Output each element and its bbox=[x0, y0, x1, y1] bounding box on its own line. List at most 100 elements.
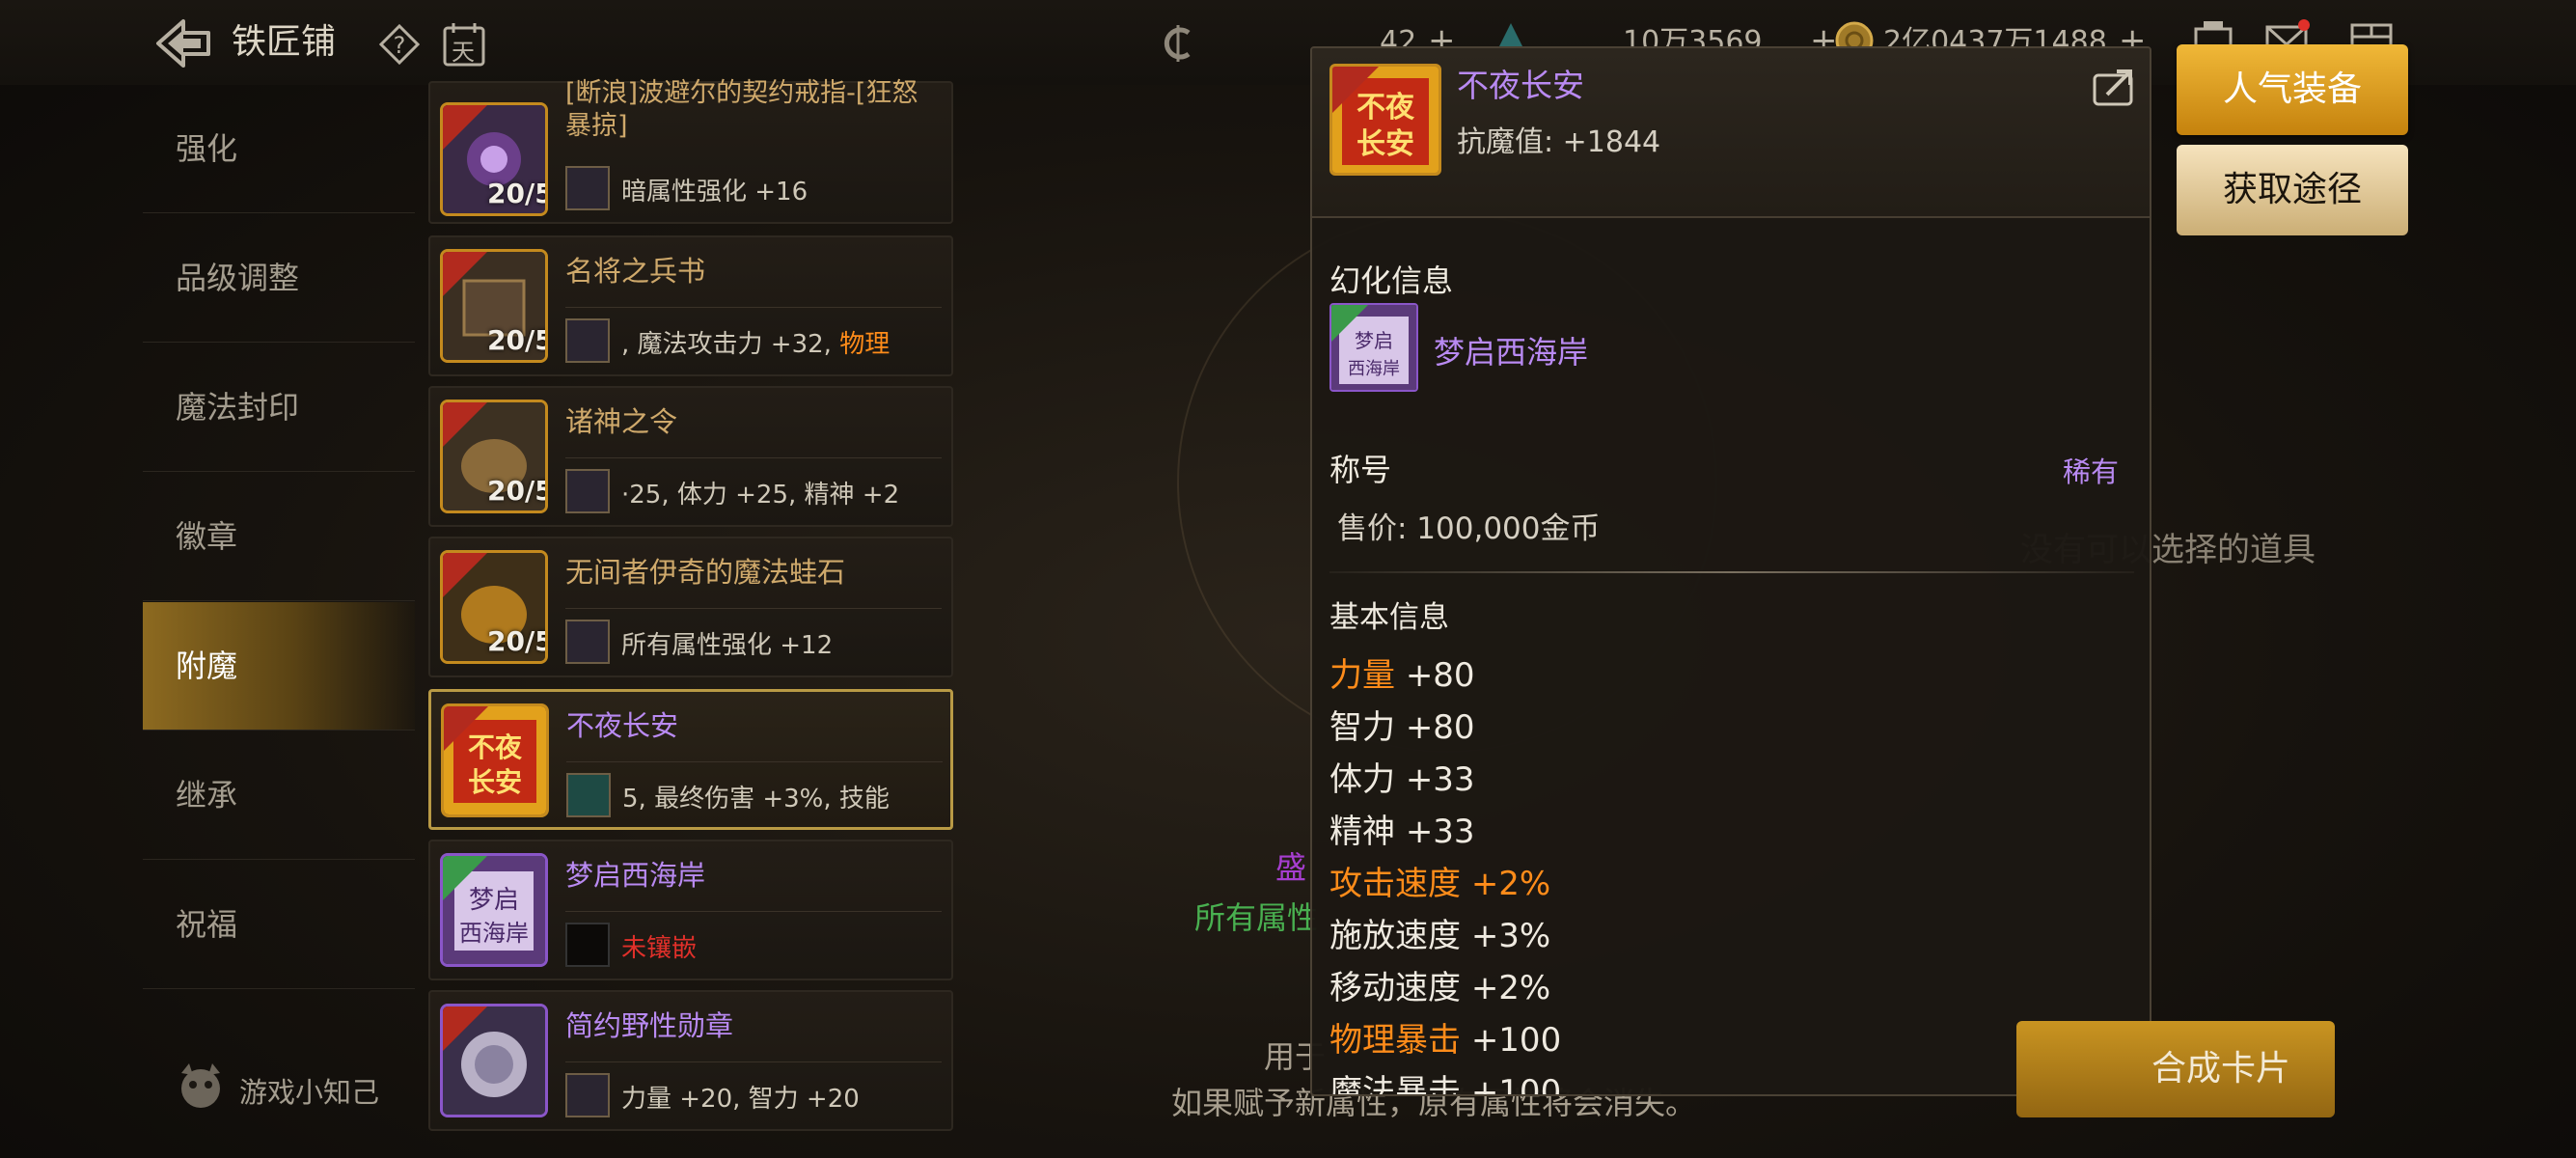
nav-enhance[interactable]: 强化 bbox=[143, 85, 415, 213]
item-desc: , 魔法攻击力 +32, 物理 bbox=[621, 330, 891, 359]
tooltip-item-name: 不夜长安 bbox=[1457, 67, 1584, 104]
list-item[interactable]: 20/5 诸神之令 ·25, 体力 +25, 精神 +2 bbox=[428, 386, 953, 527]
tips-pet-icon bbox=[172, 1060, 230, 1120]
stat-label: 攻击速度 bbox=[1329, 865, 1461, 903]
stat-label: 移动速度 bbox=[1329, 969, 1461, 1007]
stat-row: 施放速度 +3% bbox=[1329, 909, 1550, 956]
ring-item-icon: 20/5 bbox=[440, 102, 548, 216]
item-separator bbox=[565, 457, 942, 458]
svg-text:梦启: 梦启 bbox=[469, 886, 519, 915]
book-item-icon: 20/5 bbox=[440, 249, 548, 363]
obtain-route-button[interactable]: 获取途径 bbox=[2177, 145, 2408, 235]
nav-magic-seal[interactable]: 魔法封印 bbox=[143, 344, 415, 472]
stat-label: 施放速度 bbox=[1329, 917, 1461, 955]
item-tooltip: 不夜 长安 不夜长安 抗魔值: +1844 幻化信息 梦启 西海岸 梦启西海岸 … bbox=[1310, 46, 2151, 1096]
svg-text:西海岸: 西海岸 bbox=[459, 920, 529, 947]
basic-info-title: 基本信息 bbox=[1329, 600, 1449, 635]
stat-label: 物理暴击 bbox=[1329, 1021, 1461, 1060]
tooltip-resist: 抗魔值: +1844 bbox=[1457, 125, 1661, 159]
item-desc: 力量 +20, 智力 +20 bbox=[621, 1085, 860, 1114]
back-arrow-icon[interactable] bbox=[154, 17, 212, 69]
medal-item-icon bbox=[440, 1004, 548, 1117]
svg-text:长安: 长安 bbox=[468, 766, 522, 798]
item-desc: 暗属性强化 +16 bbox=[621, 178, 808, 207]
list-item[interactable]: 简约野性勋章 力量 +20, 智力 +20 bbox=[428, 990, 953, 1131]
item-separator bbox=[565, 608, 942, 609]
page-title: 铁匠铺 bbox=[232, 22, 337, 62]
enchant-card-icon bbox=[566, 773, 611, 817]
item-name: 诸神之令 bbox=[565, 405, 678, 438]
svg-text:?: ? bbox=[394, 32, 406, 59]
stat-value: +33 bbox=[1405, 813, 1475, 851]
calendar-icon[interactable]: 天 bbox=[442, 21, 486, 68]
item-name: 梦启西海岸 bbox=[565, 859, 706, 892]
enchant-card-icon bbox=[565, 318, 610, 363]
center-line-1: 盛 bbox=[1275, 849, 1307, 886]
nav-blessing[interactable]: 祝福 bbox=[143, 861, 415, 989]
title-label: 称号 bbox=[1329, 452, 1392, 488]
list-item[interactable]: 20/5 [断浪]波避尔的契约戒指-[狂怒暴掠] 暗属性强化 +16 bbox=[428, 78, 953, 224]
empty-slot bbox=[565, 923, 610, 967]
item-name: 名将之兵书 bbox=[565, 255, 706, 288]
stat-label: 力量 bbox=[1329, 656, 1395, 695]
nav-grade-adjust[interactable]: 品级调整 bbox=[143, 214, 415, 343]
help-icon[interactable]: ? bbox=[378, 23, 421, 66]
svg-text:长安: 长安 bbox=[1357, 127, 1414, 161]
item-name: 简约野性勋章 bbox=[565, 1009, 734, 1042]
item-desc: 所有属性强化 +12 bbox=[621, 631, 834, 660]
stat-label: 智力 bbox=[1329, 708, 1395, 747]
stat-row: 力量 +80 bbox=[1329, 648, 1475, 696]
stat-value: +100 bbox=[1470, 1073, 1562, 1096]
item-desc: ·25, 体力 +25, 精神 +2 bbox=[621, 481, 900, 510]
item-count: 20/5 bbox=[487, 178, 548, 209]
stat-row: 物理暴击 +100 bbox=[1329, 1013, 1561, 1061]
stat-row: 体力 +33 bbox=[1329, 753, 1475, 800]
item-count: 20/5 bbox=[487, 324, 548, 356]
list-item-selected[interactable]: 不夜 长安 不夜长安 5, 最终伤害 +3%, 技能 bbox=[428, 689, 953, 830]
stat-row: 智力 +80 bbox=[1329, 701, 1475, 748]
divider bbox=[1329, 571, 2134, 573]
game-tips-button[interactable]: 游戏小知己 bbox=[172, 1060, 379, 1120]
nav-enchant[interactable]: 附魔 bbox=[143, 602, 415, 731]
item-desc: 未镶嵌 bbox=[621, 934, 698, 963]
center-line-2: 所有属性 bbox=[1194, 899, 1319, 936]
list-item[interactable]: 梦启 西海岸 梦启西海岸 未镶嵌 bbox=[428, 840, 953, 980]
item-separator bbox=[565, 911, 942, 912]
stat-value: +33 bbox=[1405, 760, 1475, 799]
item-desc: 5, 最终伤害 +3%, 技能 bbox=[622, 785, 890, 813]
list-item[interactable]: 20/5 无间者伊奇的魔法蛙石 所有属性强化 +12 bbox=[428, 537, 953, 677]
stat-row: 魔法暴击 +100 bbox=[1329, 1065, 1562, 1096]
stat-value: +100 bbox=[1470, 1021, 1562, 1060]
stat-label: 精神 bbox=[1329, 813, 1395, 851]
nav-inherit[interactable]: 继承 bbox=[143, 731, 415, 860]
stat-value: +80 bbox=[1405, 708, 1475, 747]
stat-row: 攻击速度 +2% bbox=[1329, 857, 1550, 904]
svg-text:不夜: 不夜 bbox=[1357, 91, 1415, 124]
enchant-card-icon bbox=[565, 1073, 610, 1117]
synthesize-card-button[interactable]: 合成卡片 bbox=[2016, 1021, 2335, 1117]
item-name: [断浪]波避尔的契约戒指-[狂怒暴掠] bbox=[565, 78, 918, 141]
tips-label: 游戏小知己 bbox=[239, 1075, 380, 1109]
stat-row: 移动速度 +2% bbox=[1329, 961, 1550, 1008]
stat-label: 魔法暴击 bbox=[1329, 1073, 1461, 1096]
changan-tooltip-icon: 不夜 长安 bbox=[1329, 64, 1441, 176]
share-icon[interactable] bbox=[2092, 66, 2138, 108]
list-item[interactable]: 20/5 名将之兵书 , 魔法攻击力 +32, 物理 bbox=[428, 235, 953, 376]
changan-item-icon: 不夜 长安 bbox=[441, 703, 549, 817]
popular-equip-button[interactable]: 人气装备 bbox=[2177, 44, 2408, 135]
svg-text:西海岸: 西海岸 bbox=[1348, 359, 1400, 379]
stat-value: +3% bbox=[1470, 917, 1551, 955]
stat-value: +80 bbox=[1405, 656, 1475, 695]
stone-item-icon: 20/5 bbox=[440, 550, 548, 664]
item-separator bbox=[566, 761, 943, 762]
tooltip-header: 不夜 长安 不夜长安 抗魔值: +1844 bbox=[1312, 48, 2150, 218]
sell-price: 售价: 100,000金币 bbox=[1337, 511, 1601, 546]
transform-skin-name: 梦启西海岸 bbox=[1434, 334, 1589, 371]
nav-emblem[interactable]: 徽章 bbox=[143, 473, 415, 601]
item-separator bbox=[565, 307, 942, 308]
enchant-card-icon bbox=[565, 469, 610, 513]
item-name: 无间者伊奇的魔法蛙石 bbox=[565, 556, 846, 589]
transform-skin-icon: 梦启 西海岸 bbox=[1329, 303, 1418, 392]
stat-value: +2% bbox=[1470, 865, 1551, 903]
decree-item-icon: 20/5 bbox=[440, 400, 548, 513]
